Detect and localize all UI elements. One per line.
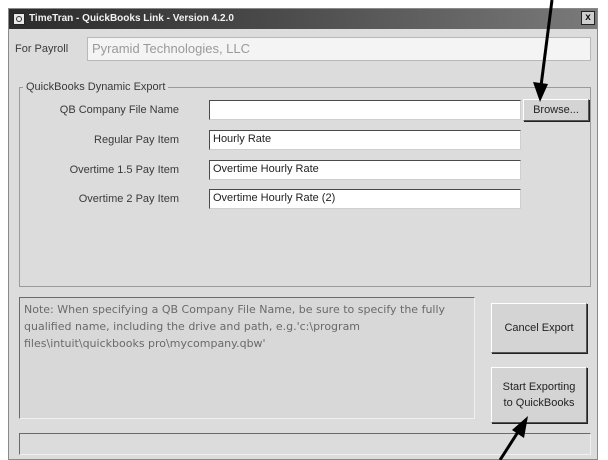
annotation-arrow	[533, 0, 554, 102]
annotation-arrows	[498, 0, 554, 460]
annotation-arrow	[498, 416, 528, 460]
